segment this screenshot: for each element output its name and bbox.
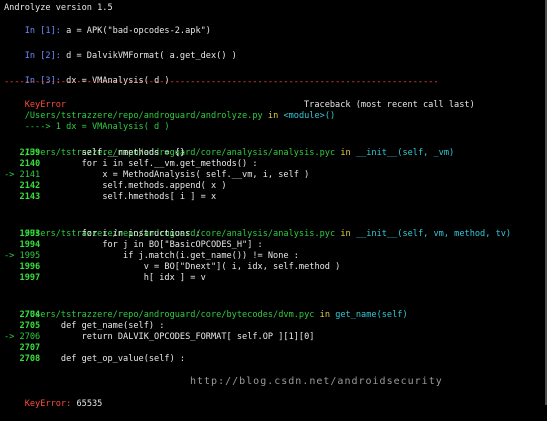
current-line-arrow: -> — [4, 332, 20, 342]
line-arrow — [4, 273, 20, 283]
frame2-line: 2143 self.hmethods[ i ] = x — [4, 192, 217, 203]
line-number: 2142 — [19, 181, 41, 191]
line-code: for j in BO["BasicOPCODES_H"] : — [40, 240, 263, 250]
frame3-func: __init__(self, vm, method, tv) — [355, 229, 512, 239]
frame2-line-current: -> 2141 x = MethodAnalysis( self.__vm, i… — [4, 170, 309, 181]
line-number: 1993 — [19, 229, 41, 239]
line-number: 1996 — [19, 262, 41, 272]
line-code: self.hmethods[ i ] = x — [40, 192, 217, 202]
traceback-separator: ----------------------------------------… — [4, 77, 439, 87]
line-code: if j.match(i.get_name()) != None : — [40, 251, 299, 261]
line-number: 2704 — [19, 310, 41, 320]
line-number: 2706 — [19, 332, 41, 342]
frame4-line-current: -> 2706 return DALVIK_OPCODES_FORMAT[ se… — [4, 332, 314, 343]
frame1-in: in — [267, 111, 279, 121]
frame3-in: in — [340, 229, 351, 239]
line-arrow — [4, 159, 20, 169]
frame4-func: get_name(self) — [335, 310, 408, 320]
banner-title: Androlyze version 1.5 — [4, 3, 113, 13]
line-number: 1995 — [19, 251, 41, 261]
line-arrow — [4, 192, 20, 202]
line-arrow — [4, 321, 20, 331]
frame1-arrow-code: ----> 1 dx = VMAnalysis( d ) — [24, 122, 170, 132]
frame1-func: <module>() — [283, 111, 336, 121]
line-code: def get_name(self) : — [40, 321, 165, 331]
frame4-line: 2707 — [4, 343, 41, 354]
frame3-line: 1997 h[ idx ] = v — [4, 273, 206, 284]
frame2-line: 2142 self.methods.append( x ) — [4, 181, 227, 192]
frame3-line-current: -> 1995 if j.match(i.get_name()) != None… — [4, 251, 299, 262]
line-code: for i in instructions : — [40, 229, 201, 239]
frame2-line: 2140 for i in self.__vm.get_methods() : — [4, 159, 258, 170]
frame3-line: 1996 v = BO["Dnext"]( i, idx, self.metho… — [4, 262, 341, 273]
line-code: self.__nmethods = {} — [40, 148, 186, 158]
frame4-line: 2704 — [4, 310, 41, 321]
line-number: 2705 — [19, 321, 41, 331]
current-line-arrow: -> — [4, 170, 20, 180]
line-arrow — [4, 181, 20, 191]
line-arrow — [4, 229, 20, 239]
current-line-arrow: -> — [4, 251, 20, 261]
frame3-line: 1994 for j in BO["BasicOPCODES_H"] : — [4, 240, 263, 251]
frame4-line: 2705 def get_name(self) : — [4, 321, 165, 332]
line-arrow — [4, 262, 20, 272]
frame4-line: 2708 def get_op_value(self) : — [4, 354, 186, 365]
line-code: x = MethodAnalysis( self.__vm, i, self ) — [40, 170, 310, 180]
frame2-line: 2139 self.__nmethods = {} — [4, 148, 186, 159]
line-number: 2707 — [19, 343, 41, 353]
terminal-window[interactable]: Androlyze version 1.5 In [1]: a = APK("b… — [0, 0, 547, 409]
line-number: 1997 — [19, 273, 41, 283]
line-arrow — [4, 148, 20, 158]
line-number: 2140 — [19, 159, 41, 169]
input-code-2: d = DalvikVMFormat( a.get_dex() ) — [66, 51, 237, 61]
line-number: 1994 — [19, 240, 41, 250]
frame4-in: in — [319, 310, 330, 320]
line-code: def get_op_value(self) : — [40, 354, 186, 364]
line-code: self.methods.append( x ) — [40, 181, 227, 191]
line-number: 2141 — [19, 170, 41, 180]
input-prompt-1: In [1]: — [24, 26, 61, 36]
input-prompt-2: In [2]: — [24, 51, 61, 61]
input-code-1: a = APK("bad-opcodes-2.apk") — [66, 26, 211, 36]
line-code: h[ idx ] = v — [40, 273, 206, 283]
line-number: 2143 — [19, 192, 41, 202]
line-arrow — [4, 343, 20, 353]
line-code: return DALVIK_OPCODES_FORMAT[ self.OP ][… — [40, 332, 315, 342]
frame3-line: 1993 for i in instructions : — [4, 229, 201, 240]
line-code: for i in self.__vm.get_methods() : — [40, 159, 258, 169]
line-arrow — [4, 240, 20, 250]
frame2-func: __init__(self, _vm) — [355, 148, 455, 158]
line-code: v = BO["Dnext"]( i, idx, self.method ) — [40, 262, 341, 272]
line-arrow — [4, 354, 20, 364]
frame4-path[interactable]: /Users/tstrazzere/repo/androguard/core/b… — [25, 310, 315, 320]
watermark-text: http://blog.csdn.net/androidsecurity — [190, 376, 443, 387]
line-number: 2708 — [19, 354, 41, 364]
final-error-value: 65535 — [76, 399, 103, 409]
frame2-in: in — [340, 148, 351, 158]
line-arrow — [4, 310, 20, 320]
line-number: 2139 — [19, 148, 41, 158]
final-error-name: KeyError: — [24, 399, 72, 409]
